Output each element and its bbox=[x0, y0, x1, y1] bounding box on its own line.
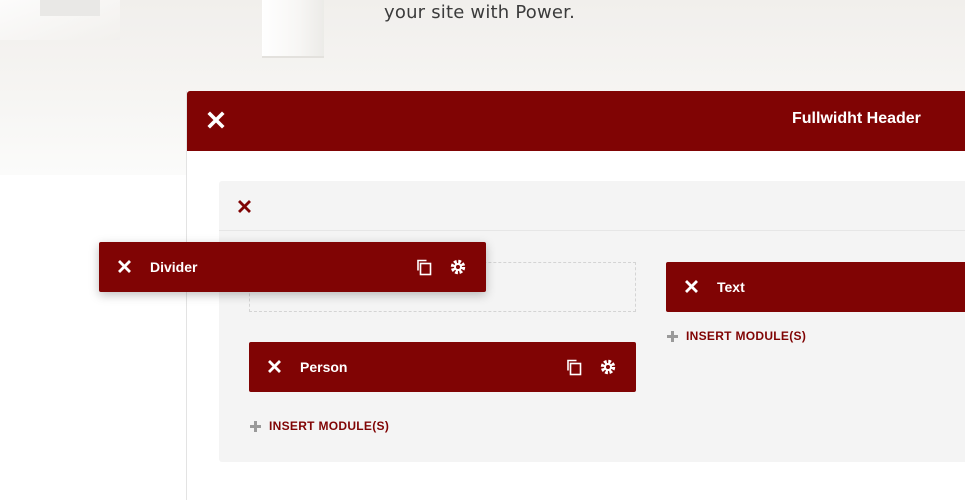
insert-module-link[interactable]: INSERT MODULE(S) bbox=[249, 419, 389, 433]
row-divider bbox=[219, 230, 965, 231]
module-person[interactable]: Person bbox=[249, 342, 636, 392]
module-label: Person bbox=[300, 359, 348, 375]
plus-icon bbox=[666, 330, 679, 343]
insert-module-link[interactable]: INSERT MODULE(S) bbox=[666, 329, 806, 343]
copy-icon[interactable] bbox=[415, 258, 433, 276]
close-icon[interactable] bbox=[118, 260, 131, 273]
close-icon[interactable] bbox=[238, 200, 251, 213]
row-container: Person INSERT MODULE(S) Text INSERT MODU… bbox=[219, 181, 965, 462]
section-title: Fullwidht Header bbox=[792, 110, 921, 127]
page-builder: Fullwidht Header Person INSERT MODULE(S) bbox=[186, 91, 965, 500]
hero-image-pillar bbox=[262, 0, 324, 58]
module-label: Text bbox=[717, 279, 745, 295]
plus-icon bbox=[249, 420, 262, 433]
insert-module-label: INSERT MODULE(S) bbox=[269, 419, 390, 433]
close-icon[interactable] bbox=[685, 280, 698, 293]
close-icon[interactable] bbox=[268, 360, 281, 373]
copy-icon[interactable] bbox=[565, 358, 583, 376]
module-label: Divider bbox=[150, 259, 198, 275]
gear-icon[interactable] bbox=[449, 258, 467, 276]
hero-image-window bbox=[40, 0, 100, 16]
insert-module-label: INSERT MODULE(S) bbox=[686, 329, 807, 343]
gear-icon[interactable] bbox=[599, 358, 617, 376]
close-icon[interactable] bbox=[207, 111, 225, 129]
section-header[interactable]: Fullwidht Header bbox=[187, 91, 965, 151]
module-divider-dragging[interactable]: Divider bbox=[99, 242, 486, 292]
hero-text: your site with Power. bbox=[384, 2, 576, 23]
module-text[interactable]: Text bbox=[666, 262, 965, 312]
